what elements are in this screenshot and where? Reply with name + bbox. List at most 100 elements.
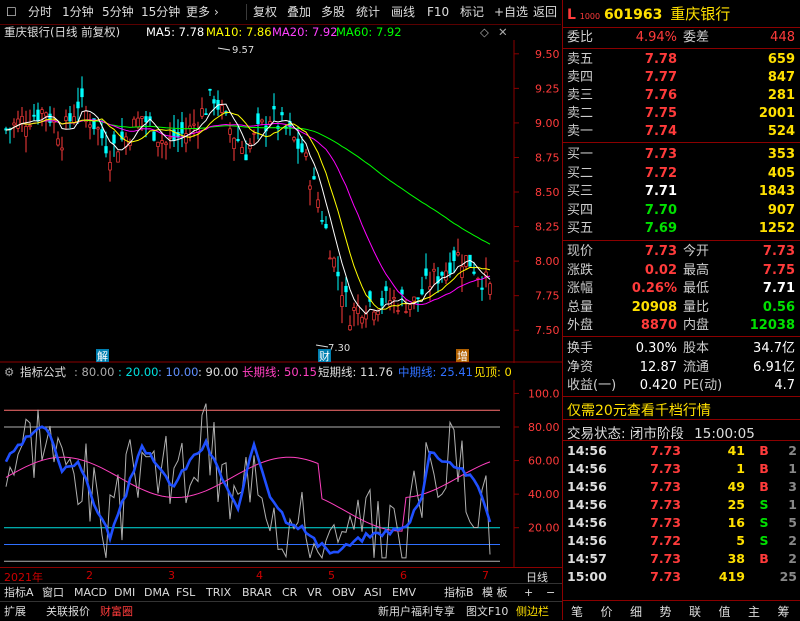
tick-row: 14:56 7.73 25 S 1	[565, 496, 799, 514]
candle	[200, 108, 204, 117]
tab-window[interactable]: 窗口	[40, 585, 66, 601]
order-book-bid-row[interactable]: 买三 7.71 1843	[565, 183, 799, 201]
order-book-ask-row[interactable]: 卖四 7.77 847	[565, 69, 799, 87]
order-book-ask-row[interactable]: 卖五 7.78 659	[565, 51, 799, 69]
panel-tab[interactable]: 笔	[571, 603, 583, 620]
f10-button[interactable]: F10	[427, 3, 449, 21]
tick-count: 5	[788, 515, 797, 530]
order-book-ask-row[interactable]: 卖二 7.75 2001	[565, 105, 799, 123]
mark-button[interactable]: 标记	[460, 3, 484, 21]
add-watchlist-button[interactable]: +自选	[494, 3, 528, 21]
event-marker-jie[interactable]: 解	[97, 349, 108, 363]
tab-macd[interactable]: MACD	[72, 585, 109, 601]
draw-line-button[interactable]: 画线	[391, 3, 415, 21]
tab-indicator-b[interactable]: 指标B	[442, 585, 476, 601]
related-quotes-button[interactable]: 关联报价	[46, 603, 90, 620]
tab-emv[interactable]: EMV	[390, 585, 418, 601]
tab-indicator-a[interactable]: 指标A	[2, 585, 36, 601]
quote-row: 涨幅 0.26% 最低 7.71	[565, 280, 799, 298]
tab-5min[interactable]: 5分钟	[102, 3, 134, 21]
tab-fsl[interactable]: FSL	[174, 585, 197, 601]
tab-cr[interactable]: CR	[280, 585, 299, 601]
indicator-chart[interactable]: 100.0 80.00 60.00 40.00 20.00	[0, 380, 562, 568]
panel-tab[interactable]: 主	[748, 603, 760, 620]
close-icon[interactable]: ✕	[498, 24, 508, 40]
tab-15min[interactable]: 15分钟	[141, 3, 180, 21]
tab-1min[interactable]: 1分钟	[62, 3, 94, 21]
candlestick-chart[interactable]: 9.50 9.25 9.00 8.75 8.50 8.25 8.00 7.75 7.50 9.5…	[0, 40, 562, 363]
settings-icon[interactable]: ⚙	[4, 364, 14, 380]
new-user-promo-link[interactable]: 新用户福利专享	[378, 603, 455, 620]
price-tick-label: 8.00	[535, 255, 560, 268]
panel-tab[interactable]: 细	[630, 603, 642, 620]
order-book-bid-row[interactable]: 买五 7.69 1252	[565, 220, 799, 238]
panel-tab[interactable]: 值	[719, 603, 731, 620]
candle	[20, 115, 24, 125]
diamond-icon[interactable]: ◇	[480, 24, 489, 40]
remove-tab-button[interactable]: −	[544, 585, 557, 601]
tab-asi[interactable]: ASI	[362, 585, 384, 601]
ask-price: 7.75	[644, 106, 677, 121]
order-book-bid-row[interactable]: 买四 7.70 907	[565, 202, 799, 220]
indicator-name[interactable]: 指标公式	[20, 364, 66, 380]
quote-panel: L 1000 601963 重庆银行 委比 4.94% 委差 448 卖五 7.7…	[562, 0, 800, 621]
candle	[384, 286, 388, 291]
f10-graphic-button[interactable]: 图文F10	[466, 603, 508, 620]
price-tick-label: 7.75	[535, 290, 560, 303]
mid-line-label: 中期线: 25.41	[398, 365, 473, 379]
ask-volume: 659	[767, 52, 795, 67]
quote-label: 最高	[683, 262, 710, 278]
panel-tab[interactable]: 联	[689, 603, 701, 620]
order-book-bid-row[interactable]: 买二 7.72 405	[565, 165, 799, 183]
add-tab-button[interactable]: +	[522, 585, 535, 601]
overlay-button[interactable]: 叠加	[287, 3, 311, 21]
candle	[12, 122, 16, 126]
tab-template[interactable]: 模 板	[480, 585, 510, 601]
multi-stock-button[interactable]: 多股	[321, 3, 345, 21]
weibi-row: 委比 4.94% 委差 448	[565, 29, 799, 47]
ask-volume: 847	[767, 70, 795, 85]
checkbox-icon[interactable]: ☐	[6, 3, 17, 21]
panel-tab[interactable]: 筹	[778, 603, 790, 620]
tab-more[interactable]: 更多	[186, 3, 210, 21]
tab-dma[interactable]: DMA	[142, 585, 172, 601]
tab-vr[interactable]: VR	[305, 585, 324, 601]
panel-tab[interactable]: 势	[660, 603, 672, 620]
back-button[interactable]: 返回	[533, 3, 557, 21]
candle	[96, 127, 100, 130]
candle	[76, 101, 80, 109]
candle	[36, 109, 40, 122]
order-book-ask-row[interactable]: 卖三 7.76 281	[565, 87, 799, 105]
price-tick-label: 9.25	[535, 82, 560, 95]
bid-price: 7.73	[644, 147, 677, 162]
stock-name: 重庆银行	[670, 5, 731, 23]
stock-code: 601963	[603, 7, 663, 23]
event-marker-cai[interactable]: 财	[319, 349, 330, 363]
tick-count: 2	[788, 551, 797, 566]
candle	[280, 112, 284, 116]
sidebar-toggle-button[interactable]: 侧边栏	[516, 603, 549, 620]
order-book-bid-row[interactable]: 买一 7.73 353	[565, 146, 799, 164]
expand-button[interactable]: 扩展	[4, 603, 26, 620]
date-axis: 2021年 2 3 4 5 6 7 日线	[0, 567, 562, 584]
candle	[260, 119, 264, 123]
date-label: 2	[86, 569, 93, 582]
order-book-ask-row[interactable]: 卖一 7.74 524	[565, 123, 799, 141]
candle	[56, 138, 60, 146]
tab-obv[interactable]: OBV	[330, 585, 357, 601]
candle	[332, 257, 336, 268]
chevron-right-icon[interactable]: ›	[214, 3, 219, 21]
level2-promo-link[interactable]: 仅需20元查看千档行情	[567, 400, 711, 420]
event-marker-zeng[interactable]: 增	[457, 349, 468, 363]
tab-brar[interactable]: BRAR	[240, 585, 274, 601]
tab-trix[interactable]: TRIX	[204, 585, 233, 601]
stats-button[interactable]: 统计	[356, 3, 380, 21]
panel-tab[interactable]: 价	[601, 603, 613, 620]
wealth-circle-button[interactable]: 财富圈	[100, 603, 133, 620]
tab-dmi[interactable]: DMI	[112, 585, 137, 601]
stock-header: L 1000 601963 重庆银行	[567, 3, 730, 25]
adjust-button[interactable]: 复权	[253, 3, 277, 21]
tick-row: 14:57 7.73 38 B 2	[565, 550, 799, 568]
tab-timeshare[interactable]: 分时	[28, 3, 52, 21]
candle	[308, 185, 312, 190]
